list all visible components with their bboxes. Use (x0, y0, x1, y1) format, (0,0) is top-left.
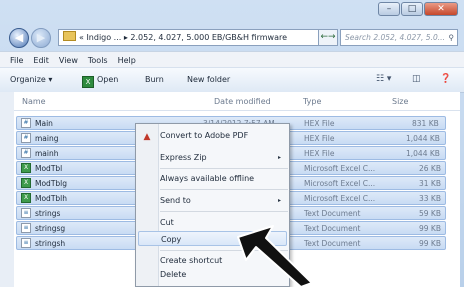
explorer-window: – □ ✕ ◀ ▶ « Indigo ... ▸ 2.052, 4.027, 5… (0, 0, 464, 287)
pointer-arrow-icon (237, 225, 313, 287)
